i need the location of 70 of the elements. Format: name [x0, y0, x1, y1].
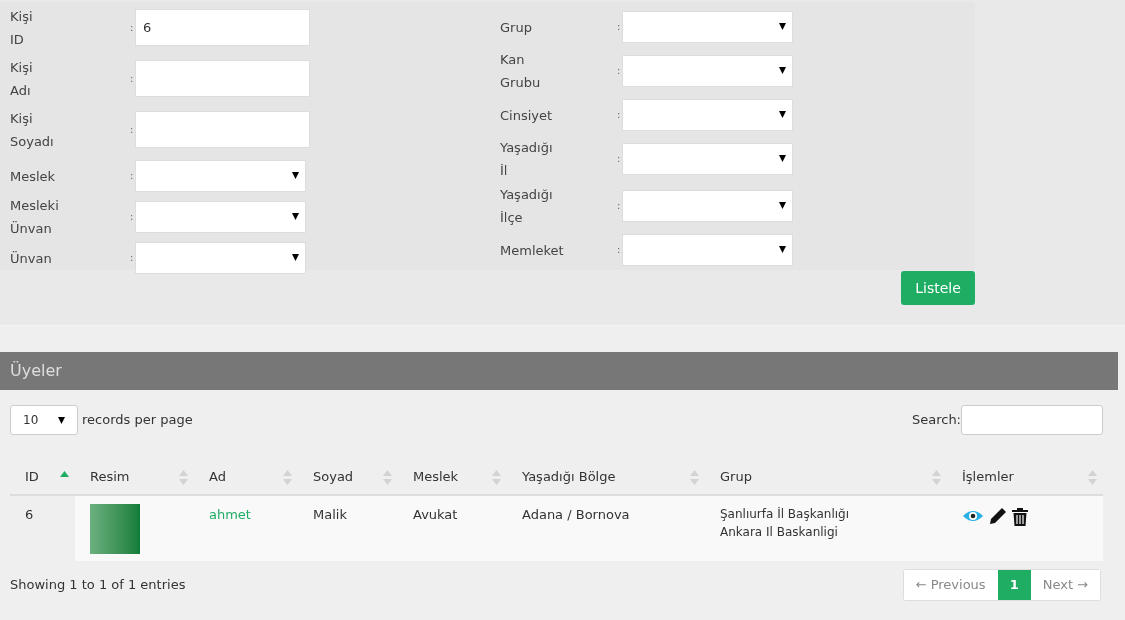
table-cell: Malik — [298, 495, 398, 561]
colon: : — [617, 199, 622, 213]
select-field[interactable] — [135, 241, 306, 274]
select-field[interactable] — [135, 159, 306, 192]
dropdown-arrow-icon — [779, 155, 786, 162]
colon: : — [130, 72, 135, 86]
colon: : — [130, 251, 135, 265]
field-label: Kişi ID — [10, 8, 33, 49]
select-field[interactable] — [622, 142, 793, 175]
colon: : — [130, 169, 135, 183]
dropdown-arrow-icon — [779, 67, 786, 74]
column-header[interactable]: Grup — [705, 460, 947, 495]
field-label: Cinsiyet — [500, 106, 553, 125]
colon: : — [617, 152, 622, 166]
field-label: Yaşadığı İlçe — [500, 186, 553, 227]
text-field[interactable] — [135, 60, 310, 97]
view-eye-icon[interactable] — [962, 509, 984, 523]
page-length-select[interactable]: 10 — [10, 405, 78, 435]
colon: : — [617, 108, 622, 122]
table-cell: Avukat — [398, 495, 507, 561]
group-name: Şanlıurfa İl Başkanlığı — [720, 506, 851, 523]
column-header[interactable]: Ad — [194, 460, 298, 495]
dropdown-arrow-icon — [292, 254, 299, 261]
panel-title: Üyeler — [0, 352, 1118, 390]
field-label: Ünvan — [10, 249, 52, 268]
dropdown-arrow-icon — [779, 111, 786, 118]
field-label: Mesleki Ünvan — [10, 197, 59, 238]
colon: : — [617, 243, 622, 257]
field-label: Kan Grubu — [500, 51, 541, 92]
field-label: Kişi Adı — [10, 59, 33, 100]
field-label: Kişi Soyadı — [10, 110, 54, 151]
select-field[interactable] — [622, 189, 793, 222]
select-field[interactable] — [622, 98, 793, 131]
dropdown-arrow-icon — [779, 246, 786, 253]
field-label: Meslek — [10, 167, 56, 186]
text-field[interactable] — [135, 111, 310, 148]
delete-trash-icon[interactable] — [1012, 506, 1028, 526]
table-cell: Adana / Bornova — [507, 495, 705, 561]
dropdown-arrow-icon — [58, 416, 65, 424]
colon: : — [130, 21, 135, 35]
column-header[interactable]: İşlemler — [947, 460, 1103, 495]
column-header[interactable]: ID — [10, 460, 75, 495]
table-info: Showing 1 to 1 of 1 entries — [10, 576, 186, 595]
dropdown-arrow-icon — [292, 172, 299, 179]
records-per-page-label: records per page — [82, 411, 193, 430]
colon: : — [130, 123, 135, 137]
column-header[interactable]: Yaşadığı Bölge — [507, 460, 705, 495]
photo-placeholder — [90, 504, 140, 554]
colon: : — [617, 64, 622, 78]
field-label: Yaşadığı İl — [500, 139, 553, 180]
search-label: Search: — [911, 411, 961, 430]
select-field[interactable] — [622, 10, 793, 43]
field-label: Memleket — [500, 241, 564, 260]
search-field[interactable] — [961, 405, 1103, 435]
select-field[interactable] — [135, 200, 306, 233]
column-header[interactable]: Meslek — [398, 460, 507, 495]
table-cell: 6 — [10, 495, 75, 561]
text-field[interactable]: 6 — [135, 9, 310, 46]
select-field[interactable] — [622, 54, 793, 87]
dropdown-arrow-icon — [779, 23, 786, 30]
dropdown-arrow-icon — [292, 213, 299, 220]
column-header[interactable]: Soyad — [298, 460, 398, 495]
edit-pencil-icon[interactable] — [988, 506, 1008, 526]
colon: : — [617, 20, 622, 34]
column-header[interactable]: Resim — [75, 460, 194, 495]
dropdown-arrow-icon — [779, 202, 786, 209]
field-label: Grup — [500, 18, 532, 37]
select-field[interactable] — [622, 233, 793, 266]
group-name: Ankara Il Baskanligi — [720, 524, 839, 541]
colon: : — [130, 210, 135, 224]
